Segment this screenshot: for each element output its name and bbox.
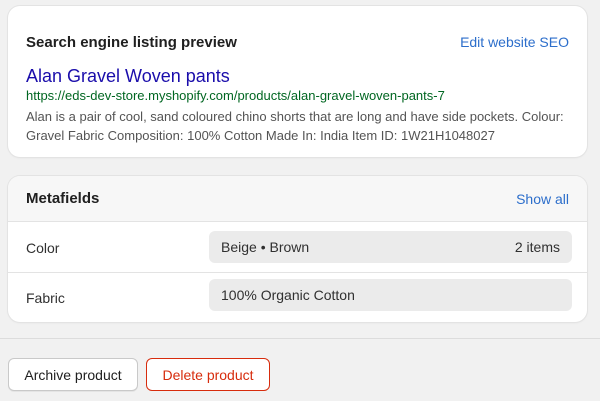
seo-preview-card: Search engine listing preview Edit websi…	[8, 6, 587, 157]
delete-product-button[interactable]: Delete product	[146, 358, 270, 391]
metafields-header: Metafields Show all	[8, 176, 587, 222]
archive-product-button[interactable]: Archive product	[8, 358, 138, 391]
seo-preview-heading: Search engine listing preview	[26, 34, 237, 51]
metafield-value-text: 100% Organic Cotton	[221, 287, 355, 303]
section-divider	[0, 338, 600, 339]
show-all-metafields-link[interactable]: Show all	[516, 191, 569, 207]
metafield-color-value[interactable]: Beige • Brown 2 items	[209, 231, 572, 263]
metafield-label: Color	[26, 239, 60, 256]
metafield-fabric-value[interactable]: 100% Organic Cotton	[209, 279, 572, 311]
edit-website-seo-link[interactable]: Edit website SEO	[460, 34, 569, 50]
seo-description: Alan is a pair of cool, sand coloured ch…	[26, 109, 564, 143]
metafield-label: Fabric	[26, 290, 65, 306]
seo-page-title: Alan Gravel Woven pants	[26, 66, 230, 86]
seo-url: https://eds-dev-store.myshopify.com/prod…	[26, 88, 445, 103]
metafields-heading: Metafields	[26, 190, 100, 207]
metafield-value-text: Beige • Brown	[221, 239, 310, 255]
metafields-card: Metafields Show all Color Beige • Brown …	[8, 176, 587, 322]
metafield-row-color: Color Beige • Brown 2 items	[8, 223, 587, 273]
seo-preview-header: Search engine listing preview Edit websi…	[26, 34, 569, 51]
metafield-row-fabric: Fabric 100% Organic Cotton	[8, 273, 587, 322]
metafield-item-count: 2 items	[514, 239, 560, 255]
